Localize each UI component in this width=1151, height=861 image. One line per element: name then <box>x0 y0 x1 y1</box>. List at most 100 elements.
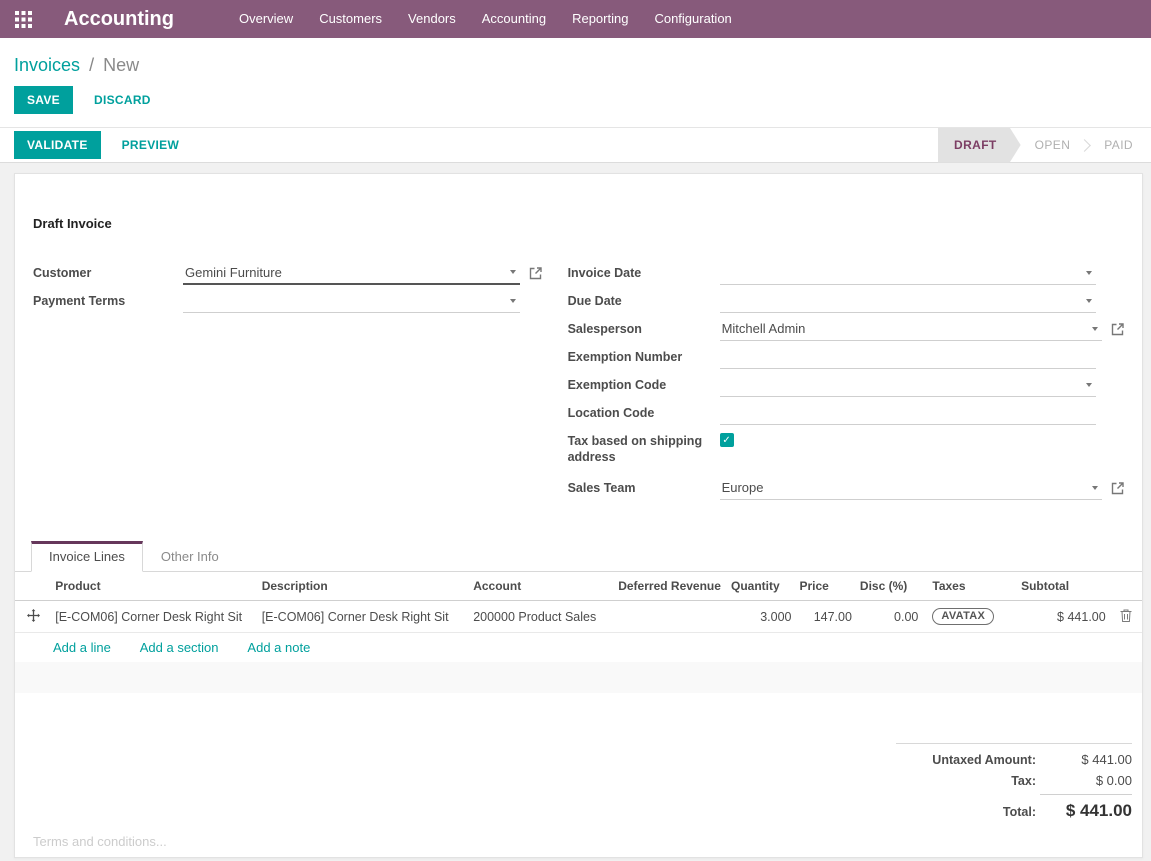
field-row-invoice-date: Invoice Date <box>568 261 1124 288</box>
status-paid[interactable]: PAID <box>1090 128 1147 163</box>
col-disc[interactable]: Disc (%) <box>856 572 922 601</box>
apps-grid-icon[interactable] <box>0 11 46 28</box>
invoice-line-row[interactable]: [E-COM06] Corner Desk Right Sit [E-COM06… <box>15 601 1142 633</box>
cell-price[interactable]: 147.00 <box>796 601 856 633</box>
col-description[interactable]: Description <box>258 572 470 601</box>
tax-shipping-label: Tax based on shipping address <box>568 429 720 465</box>
add-a-section-link[interactable]: Add a section <box>140 640 219 655</box>
total-value: $ 441.00 <box>1040 794 1132 821</box>
terms-and-conditions-input[interactable]: Terms and conditions... <box>33 834 167 849</box>
customer-label: Customer <box>33 261 183 281</box>
col-subtotal[interactable]: Subtotal <box>1017 572 1110 601</box>
menu-accounting[interactable]: Accounting <box>469 0 559 38</box>
exemption-code-input[interactable] <box>720 373 1096 397</box>
status-open[interactable]: OPEN <box>1021 128 1085 163</box>
total-label: Total: <box>896 805 1040 819</box>
tax-label: Tax: <box>896 774 1040 788</box>
breadcrumb-current: New <box>103 55 139 75</box>
cell-deferred-revenue[interactable] <box>614 601 727 633</box>
dropdown-caret-icon[interactable] <box>510 270 516 274</box>
menu-vendors[interactable]: Vendors <box>395 0 469 38</box>
untaxed-amount-value: $ 441.00 <box>1040 752 1132 767</box>
location-code-input[interactable] <box>720 401 1096 425</box>
cell-taxes[interactable]: AVATAX <box>922 601 1017 633</box>
dropdown-caret-icon[interactable] <box>1086 271 1092 275</box>
customer-input[interactable]: Gemini Furniture <box>183 261 520 285</box>
cell-description[interactable]: [E-COM06] Corner Desk Right Sit <box>258 601 470 633</box>
total-row: Total: $ 441.00 <box>896 794 1132 821</box>
cell-quantity[interactable]: 3.000 <box>727 601 795 633</box>
notebook-tabs: Invoice Lines Other Info <box>15 541 1142 572</box>
dropdown-caret-icon[interactable] <box>510 299 516 303</box>
cell-account[interactable]: 200000 Product Sales <box>469 601 614 633</box>
col-taxes[interactable]: Taxes <box>922 572 1017 601</box>
field-row-sales-team: Sales Team Europe <box>568 476 1124 503</box>
field-row-customer: Customer Gemini Furniture <box>33 261 542 288</box>
empty-table-stripe <box>15 662 1142 693</box>
col-product[interactable]: Product <box>51 572 257 601</box>
field-row-due-date: Due Date <box>568 289 1124 316</box>
invoice-date-label: Invoice Date <box>568 261 720 281</box>
exemption-number-label: Exemption Number <box>568 345 720 365</box>
external-link-icon[interactable] <box>529 267 542 280</box>
invoice-date-input[interactable] <box>720 261 1096 285</box>
menu-configuration[interactable]: Configuration <box>641 0 744 38</box>
cell-product[interactable]: [E-COM06] Corner Desk Right Sit <box>51 601 257 633</box>
tax-value: $ 0.00 <box>1040 773 1132 788</box>
dropdown-caret-icon[interactable] <box>1092 327 1098 331</box>
salesperson-label: Salesperson <box>568 317 720 337</box>
dropdown-caret-icon[interactable] <box>1092 486 1098 490</box>
cell-disc[interactable]: 0.00 <box>856 601 922 633</box>
save-button[interactable]: SAVE <box>14 86 73 114</box>
drag-handle-icon[interactable] <box>15 601 51 633</box>
payment-terms-input[interactable] <box>183 289 520 313</box>
avatax-badge[interactable]: AVATAX <box>932 608 994 625</box>
menu-customers[interactable]: Customers <box>306 0 395 38</box>
col-account[interactable]: Account <box>469 572 614 601</box>
breadcrumb-separator: / <box>89 55 94 75</box>
tab-invoice-lines[interactable]: Invoice Lines <box>31 541 143 572</box>
location-code-label: Location Code <box>568 401 720 421</box>
exemption-code-label: Exemption Code <box>568 373 720 393</box>
add-a-note-link[interactable]: Add a note <box>247 640 310 655</box>
control-panel: Invoices / New SAVE DISCARD <box>0 38 1151 127</box>
external-link-icon[interactable] <box>1111 482 1124 495</box>
field-row-payment-terms: Payment Terms <box>33 289 542 316</box>
due-date-input[interactable] <box>720 289 1096 313</box>
tax-row: Tax: $ 0.00 <box>896 773 1132 788</box>
breadcrumb: Invoices / New <box>14 54 1151 76</box>
tax-shipping-checkbox[interactable]: ✓ <box>720 433 734 447</box>
exemption-number-input[interactable] <box>720 345 1096 369</box>
status-bar: DRAFT OPEN PAID <box>938 128 1147 162</box>
col-deferred-revenue[interactable]: Deferred Revenue <box>614 572 727 601</box>
totals-block: Untaxed Amount: $ 441.00 Tax: $ 0.00 Tot… <box>896 743 1132 827</box>
validate-button[interactable]: VALIDATE <box>14 131 101 159</box>
field-row-tax-shipping: Tax based on shipping address ✓ <box>568 429 1124 475</box>
status-draft[interactable]: DRAFT <box>938 128 1021 163</box>
delete-line-icon[interactable] <box>1110 601 1142 633</box>
sales-team-input[interactable]: Europe <box>720 476 1102 500</box>
document-title: Draft Invoice <box>33 216 1124 231</box>
col-quantity[interactable]: Quantity <box>727 572 795 601</box>
menu-overview[interactable]: Overview <box>226 0 306 38</box>
preview-button[interactable]: PREVIEW <box>109 131 192 159</box>
breadcrumb-invoices-link[interactable]: Invoices <box>14 55 80 75</box>
cell-subtotal: $ 441.00 <box>1017 601 1110 633</box>
add-a-line-link[interactable]: Add a line <box>53 640 111 655</box>
untaxed-amount-label: Untaxed Amount: <box>896 753 1040 767</box>
app-title[interactable]: Accounting <box>64 8 174 31</box>
external-link-icon[interactable] <box>1111 323 1124 336</box>
field-row-exemption-code: Exemption Code <box>568 373 1124 400</box>
table-header-row: Product Description Account Deferred Rev… <box>15 572 1142 601</box>
col-price[interactable]: Price <box>796 572 856 601</box>
invoice-form-sheet: Draft Invoice Customer Gemini Furniture <box>14 173 1143 858</box>
discard-button[interactable]: DISCARD <box>81 86 164 114</box>
line-add-links: Add a line Add a section Add a note <box>15 633 1142 662</box>
dropdown-caret-icon[interactable] <box>1086 383 1092 387</box>
salesperson-input[interactable]: Mitchell Admin <box>720 317 1102 341</box>
menu-reporting[interactable]: Reporting <box>559 0 641 38</box>
dropdown-caret-icon[interactable] <box>1086 299 1092 303</box>
field-row-salesperson: Salesperson Mitchell Admin <box>568 317 1124 344</box>
tab-other-info[interactable]: Other Info <box>143 541 237 572</box>
page-background: Draft Invoice Customer Gemini Furniture <box>0 163 1151 861</box>
